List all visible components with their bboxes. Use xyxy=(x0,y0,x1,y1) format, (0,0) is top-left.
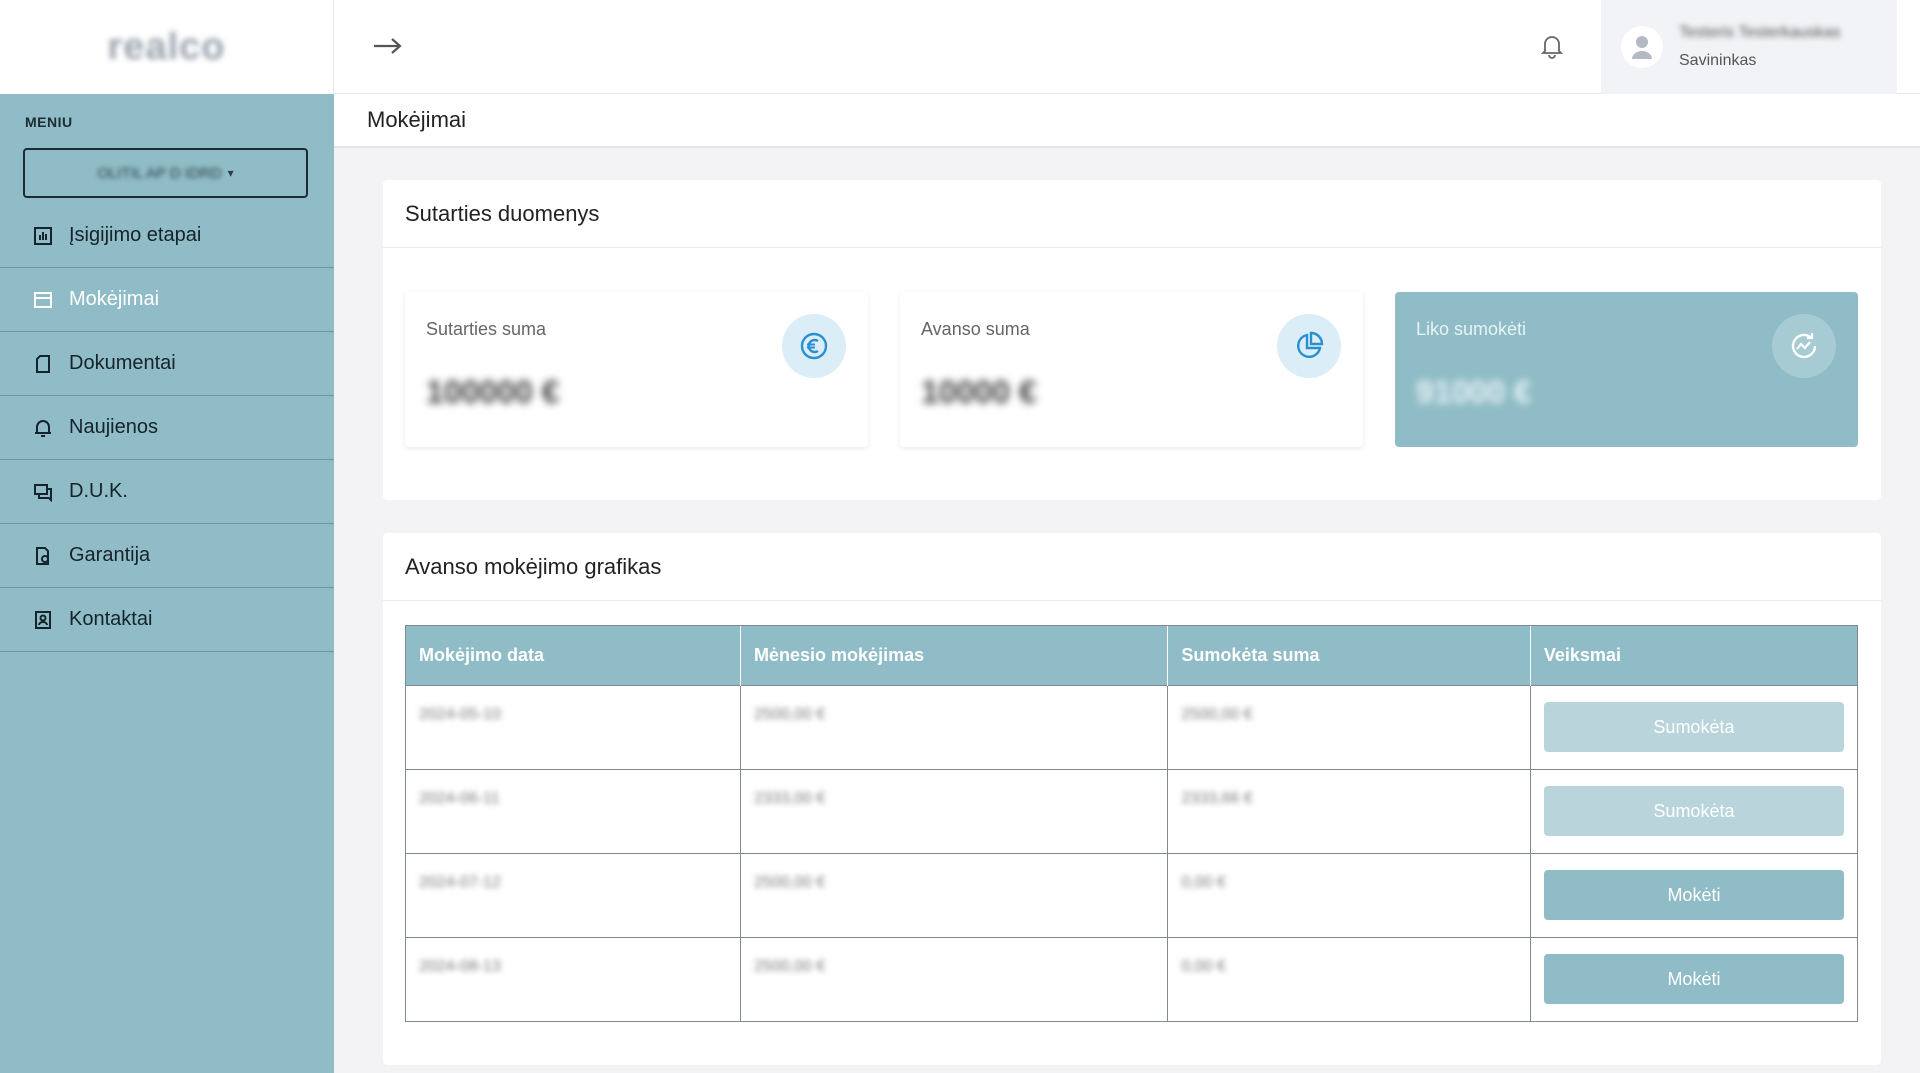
page-title: Mokėjimai xyxy=(367,107,467,132)
sidebar-item-label: Dokumentai xyxy=(69,352,176,374)
avatar xyxy=(1621,26,1663,68)
project-select[interactable]: OLITIL AP D IDRD ▾ xyxy=(23,148,308,198)
sidebar-item-isigijimo-etapai[interactable]: Įsigijimo etapai xyxy=(0,204,334,268)
table-row: 2024-08-13 2500,00 € 0,00 € Mokėti xyxy=(406,936,1857,1021)
project-select-value: OLITIL AP D IDRD xyxy=(97,164,222,182)
sidebar-item-label: Mokėjimai xyxy=(69,288,160,310)
paid-value: 2333,66 € xyxy=(1181,789,1253,807)
cell-monthly: 2333,00 € xyxy=(740,768,1169,853)
notifications-bell-icon[interactable] xyxy=(1536,30,1568,62)
cell-paid: 2333,66 € xyxy=(1167,768,1531,853)
sidebar-item-mokejimai[interactable]: Mokėjimai xyxy=(0,268,334,332)
sidebar-item-garantija[interactable]: Garantija xyxy=(0,524,334,588)
contact-icon xyxy=(32,609,54,631)
cell-paid: 0,00 € xyxy=(1167,852,1531,937)
chat-icon xyxy=(32,481,54,503)
credit-card-icon xyxy=(32,289,54,311)
stat-label: Sutarties suma xyxy=(426,319,547,339)
menu-label: MENIU xyxy=(25,114,73,130)
schedule-table: Mokėjimo data Mėnesio mokėjimas Sumokėta… xyxy=(405,625,1858,1022)
sidebar-item-label: Įsigijimo etapai xyxy=(69,224,202,246)
chevron-down-icon: ▾ xyxy=(227,166,234,180)
table-header-row: Mokėjimo data Mėnesio mokėjimas Sumokėta… xyxy=(406,626,1857,685)
cell-monthly: 2500,00 € xyxy=(740,684,1169,769)
paid-button[interactable]: Sumokėta xyxy=(1543,786,1844,836)
stat-advance-sum: Avanso suma 10000 € xyxy=(900,292,1363,447)
page-title-bar: Mokėjimai xyxy=(334,94,1920,148)
paid-value: 0,00 € xyxy=(1181,957,1226,975)
pay-button[interactable]: Mokėti xyxy=(1543,870,1844,920)
cell-action: Sumokėta xyxy=(1530,768,1857,853)
toggle-sidebar-arrow-icon[interactable] xyxy=(370,28,406,64)
sidebar-item-naujienos[interactable]: Naujienos xyxy=(0,396,334,460)
schedule-card: Avanso mokėjimo grafikas Mokėjimo data M… xyxy=(383,533,1881,1065)
sidebar-item-duk[interactable]: D.U.K. xyxy=(0,460,334,524)
logo[interactable]: realco xyxy=(108,26,226,69)
logo-area: realco xyxy=(0,0,334,94)
contract-card-title: Sutarties duomenys xyxy=(383,180,1881,248)
cell-date: 2024-08-13 xyxy=(406,936,742,1021)
cell-date: 2024-06-11 xyxy=(406,768,742,853)
stat-value: 10000 € xyxy=(921,374,1037,410)
warranty-icon xyxy=(32,545,54,567)
sidebar-item-dokumentai[interactable]: Dokumentai xyxy=(0,332,334,396)
date-value: 2024-08-13 xyxy=(419,957,501,975)
stat-remaining-sum: Liko sumokėti 91000 € xyxy=(1395,292,1858,447)
refresh-chart-icon xyxy=(1772,314,1836,378)
cell-date: 2024-05-10 xyxy=(406,684,742,769)
monthly-value: 2500,00 € xyxy=(754,957,826,975)
column-header: Mokėjimo data xyxy=(406,626,742,685)
sidebar-item-label: Kontaktai xyxy=(69,608,153,630)
date-value: 2024-05-10 xyxy=(419,705,501,723)
contract-card: Sutarties duomenys Sutarties suma 100000… xyxy=(383,180,1881,500)
monthly-value: 2333,00 € xyxy=(754,789,826,807)
document-icon xyxy=(32,353,54,375)
cell-paid: 2500,00 € xyxy=(1167,684,1531,769)
pie-chart-icon xyxy=(1277,314,1341,378)
paid-value: 0,00 € xyxy=(1181,873,1226,891)
stat-value: 100000 € xyxy=(426,374,560,410)
cell-date: 2024-07-12 xyxy=(406,852,742,937)
sidebar-item-kontaktai[interactable]: Kontaktai xyxy=(0,588,334,652)
cell-action: Mokėti xyxy=(1530,936,1857,1021)
cell-action: Sumokėta xyxy=(1530,684,1857,769)
column-header: Sumokėta suma xyxy=(1167,626,1531,685)
sidebar: realco MENIU OLITIL AP D IDRD ▾ Įsigijim… xyxy=(0,0,334,1073)
user-role: Savininkas xyxy=(1679,52,1757,69)
table-row: 2024-06-11 2333,00 € 2333,66 € Sumokėta xyxy=(406,768,1857,853)
cell-monthly: 2500,00 € xyxy=(740,852,1169,937)
user-menu[interactable]: Testeris Testerkauskas Savininkas xyxy=(1601,0,1897,94)
bell-icon xyxy=(32,417,54,439)
user-name: Testeris Testerkauskas xyxy=(1679,24,1841,41)
schedule-card-title: Avanso mokėjimo grafikas xyxy=(383,533,1881,601)
table-row: 2024-07-12 2500,00 € 0,00 € Mokėti xyxy=(406,852,1857,937)
date-value: 2024-07-12 xyxy=(419,873,501,891)
cell-action: Mokėti xyxy=(1530,852,1857,937)
column-header: Mėnesio mokėjimas xyxy=(740,626,1169,685)
sidebar-item-label: Naujienos xyxy=(69,416,158,438)
sidebar-item-label: D.U.K. xyxy=(69,480,128,502)
stat-label: Avanso suma xyxy=(921,319,1030,339)
sidebar-item-label: Garantija xyxy=(69,544,151,566)
cell-paid: 0,00 € xyxy=(1167,936,1531,1021)
date-value: 2024-06-11 xyxy=(419,789,500,807)
pay-button[interactable]: Mokėti xyxy=(1543,954,1844,1005)
paid-button[interactable]: Sumokėta xyxy=(1543,702,1844,752)
stat-label: Liko sumokėti xyxy=(1416,319,1527,339)
column-header: Veiksmai xyxy=(1530,626,1857,685)
euro-icon xyxy=(782,314,846,378)
sidebar-nav: Įsigijimo etapai Mokėjimai Dokumentai Na… xyxy=(0,204,334,652)
paid-value: 2500,00 € xyxy=(1181,705,1253,723)
monthly-value: 2500,00 € xyxy=(754,873,826,891)
monthly-value: 2500,00 € xyxy=(754,705,826,723)
cell-monthly: 2500,00 € xyxy=(740,936,1169,1021)
bar-chart-icon xyxy=(32,225,54,247)
stat-contract-sum: Sutarties suma 100000 € xyxy=(405,292,868,447)
stat-value: 91000 € xyxy=(1416,374,1532,410)
table-row: 2024-05-10 2500,00 € 2500,00 € Sumokėta xyxy=(406,684,1857,769)
topbar: Testeris Testerkauskas Savininkas xyxy=(334,0,1920,94)
